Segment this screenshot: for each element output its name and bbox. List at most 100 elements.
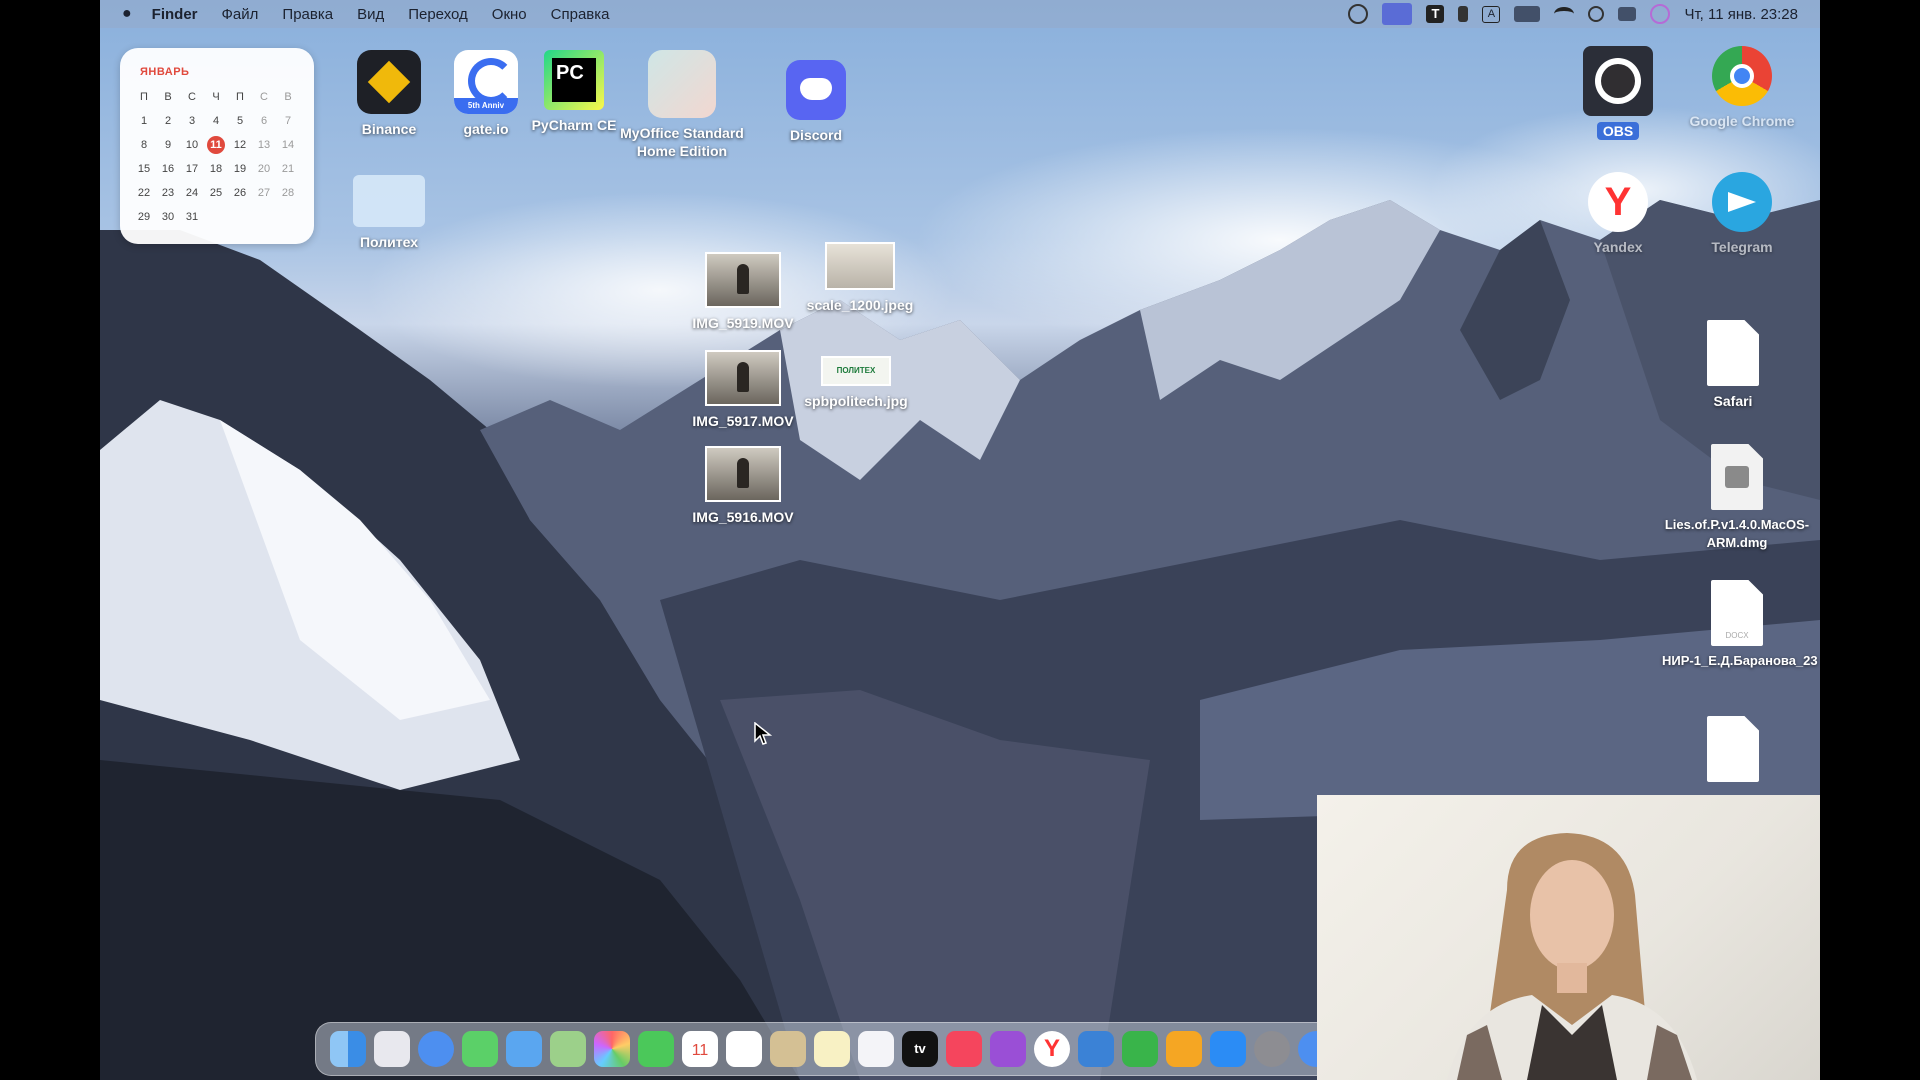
desktop-file-dmg[interactable]: Lies.of.P.v1.4.0.MacOS-ARM.dmg — [1662, 444, 1812, 552]
menu-help[interactable]: Справка — [551, 6, 610, 23]
siri-icon[interactable] — [1650, 4, 1671, 24]
docx-ext: DOCX — [1725, 631, 1749, 640]
finder-icon[interactable] — [330, 1031, 366, 1067]
desktop-icon-chrome[interactable]: Google Chrome — [1682, 46, 1802, 130]
freeform-icon[interactable] — [858, 1031, 894, 1067]
calendar-day: 31 — [185, 211, 199, 223]
desktop-icon-discord[interactable]: Discord — [756, 60, 876, 144]
desktop-folder-politech[interactable]: Политех — [329, 175, 449, 251]
icon-label: Yandex — [1593, 239, 1643, 255]
weekday: П — [140, 91, 148, 103]
icon-label: НИР-1_Е.Д.Баранова_23 — [1662, 653, 1818, 668]
calendar-day: 28 — [281, 187, 295, 199]
desktop-file-spbpolitech[interactable]: ПОЛИТЕХ spbpolitech.jpg — [784, 356, 928, 410]
menu-edit[interactable]: Правка — [282, 6, 333, 23]
calendar-day: 18 — [209, 163, 223, 175]
calendar-grid: П В С Ч П С В 1 2 3 4 5 6 7 8 9 10 11 12… — [132, 88, 304, 226]
keynote-icon[interactable] — [1078, 1031, 1114, 1067]
menu-app-name[interactable]: Finder — [152, 6, 198, 23]
document-icon — [1707, 320, 1759, 386]
screen-mirror-icon[interactable] — [1348, 4, 1369, 24]
menu-clock[interactable]: Чт, 11 янв. 23:28 — [1684, 6, 1798, 23]
calendar-day: 3 — [188, 115, 196, 127]
icon-label: Discord — [789, 127, 843, 143]
desktop-icon-myoffice[interactable]: MyOffice Standard Home Edition — [612, 50, 752, 160]
music-icon[interactable] — [946, 1031, 982, 1067]
facetime-icon[interactable] — [638, 1031, 674, 1067]
launchpad-icon[interactable] — [374, 1031, 410, 1067]
image-thumbnail-icon — [825, 242, 895, 290]
tv-icon[interactable]: tv — [902, 1031, 938, 1067]
icon-label: MyOffice Standard Home Edition — [620, 125, 744, 159]
desktop-file-img5919[interactable]: IMG_5919.MOV — [683, 252, 803, 332]
calendar-day: 1 — [140, 115, 148, 127]
video-thumbnail-icon — [705, 252, 781, 308]
keyboard-layout-icon[interactable] — [1514, 6, 1541, 22]
calendar-day: 14 — [281, 139, 295, 151]
app-store-icon[interactable] — [1210, 1031, 1246, 1067]
control-center-icon[interactable] — [1618, 7, 1637, 21]
weekday: В — [164, 91, 172, 103]
calendar-widget[interactable]: ЯНВАРЬ П В С Ч П С В 1 2 3 4 5 6 7 8 9 1… — [120, 48, 314, 244]
pycharm-icon: PC — [544, 50, 604, 110]
photos-icon[interactable] — [594, 1031, 630, 1067]
desktop: ● Finder Файл Правка Вид Переход Окно Сп… — [100, 0, 1820, 1080]
calendar-day: 21 — [281, 163, 295, 175]
calendar-day: 30 — [161, 211, 175, 223]
weekday: П — [236, 91, 244, 103]
numbers-icon[interactable] — [1122, 1031, 1158, 1067]
safari-icon[interactable] — [418, 1031, 454, 1067]
menu-file[interactable]: Файл — [222, 6, 259, 23]
menu-view[interactable]: Вид — [357, 6, 384, 23]
maps-icon[interactable] — [550, 1031, 586, 1067]
calendar-icon[interactable]: 11 — [682, 1031, 718, 1067]
desktop-file-docx[interactable]: DOCX НИР-1_Е.Д.Баранова_23 — [1662, 580, 1818, 670]
calendar-day: 4 — [212, 115, 220, 127]
menu-window[interactable]: Окно — [492, 6, 527, 23]
yandex-icon: Y — [1588, 172, 1648, 232]
obs-icon — [1583, 46, 1653, 116]
presenter-video — [1447, 833, 1697, 1080]
desktop-file-img5916[interactable]: IMG_5916.MOV — [683, 446, 803, 526]
stickies-icon[interactable] — [814, 1031, 850, 1067]
calendar-month: ЯНВАРЬ — [140, 66, 190, 78]
desktop-icon-telegram[interactable]: Telegram — [1682, 172, 1802, 256]
text-tool-icon[interactable]: T — [1426, 5, 1445, 23]
reminders-icon[interactable] — [726, 1031, 762, 1067]
wifi-icon[interactable] — [1554, 7, 1575, 21]
yandex-icon[interactable]: Y — [1034, 1031, 1070, 1067]
apple-menu-icon[interactable]: ● — [122, 5, 132, 23]
desktop-file-scale[interactable]: scale_1200.jpeg — [788, 242, 932, 314]
podcasts-icon[interactable] — [990, 1031, 1026, 1067]
video-thumbnail-icon — [705, 350, 781, 406]
desktop-icon-safari-doc[interactable]: Safari — [1673, 320, 1793, 410]
gate-badge: 5th Anniv — [454, 98, 518, 114]
menu-go[interactable]: Переход — [408, 6, 468, 23]
folder-icon — [353, 175, 425, 227]
display-icon[interactable] — [1382, 3, 1413, 25]
mail-icon[interactable] — [506, 1031, 542, 1067]
desktop-icon-obs[interactable]: OBS — [1558, 46, 1678, 141]
search-icon[interactable] — [1588, 6, 1605, 22]
weekday: С — [188, 91, 196, 103]
calendar-day: 12 — [233, 139, 247, 151]
notes-icon[interactable] — [770, 1031, 806, 1067]
icon-label: Telegram — [1711, 239, 1773, 255]
weekday: В — [284, 91, 292, 103]
input-source-icon[interactable]: A — [1482, 5, 1501, 23]
gate-icon: 5th Anniv — [454, 50, 518, 114]
calendar-day: 2 — [164, 115, 172, 127]
icon-label: Safari — [1713, 393, 1753, 409]
system-settings-icon[interactable] — [1254, 1031, 1290, 1067]
pages-icon[interactable] — [1166, 1031, 1202, 1067]
video-thumbnail-icon — [705, 446, 781, 502]
desktop-icon-yandex[interactable]: Y Yandex — [1558, 172, 1678, 256]
image-thumbnail-icon: ПОЛИТЕХ — [821, 356, 891, 386]
icon-label: scale_1200.jpeg — [806, 297, 914, 313]
bluetooth-icon[interactable] — [1458, 6, 1469, 22]
messages-icon[interactable] — [462, 1031, 498, 1067]
dock: 11 tv Y — [315, 1022, 1431, 1076]
chrome-icon — [1712, 46, 1772, 106]
icon-label: IMG_5917.MOV — [692, 413, 794, 429]
desktop-file-blank[interactable] — [1673, 716, 1793, 782]
